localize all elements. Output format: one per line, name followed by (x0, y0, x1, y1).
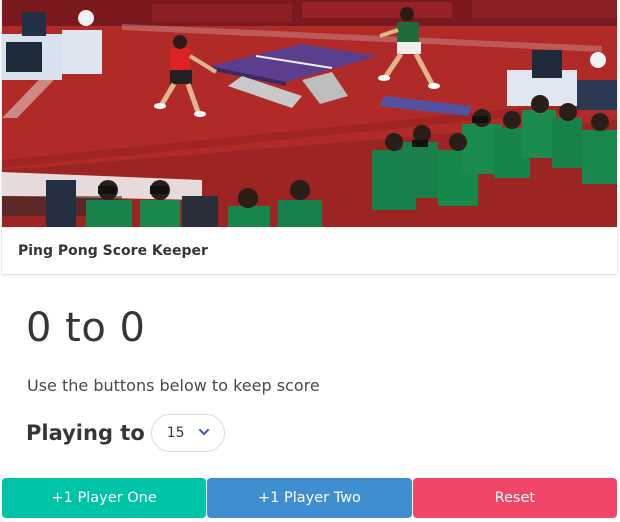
playing-to-row: Playing to 15 (26, 413, 225, 453)
card-title: Ping Pong Score Keeper (18, 243, 208, 259)
card: Ping Pong Score Keeper (2, 0, 617, 274)
player-one-button[interactable]: +1 Player One (2, 478, 207, 518)
instructions-text: Use the buttons below to keep score (27, 376, 320, 395)
winning-score-select[interactable]: 15 (150, 414, 225, 452)
reset-button[interactable]: Reset (412, 478, 617, 518)
page: Ping Pong Score Keeper 0 to 0 Use the bu… (0, 0, 620, 522)
button-bar: +1 Player One +1 Player Two Reset (2, 478, 617, 518)
score-display: 0 to 0 (26, 305, 146, 351)
winning-score-value: 15 (166, 425, 185, 441)
player-two-button[interactable]: +1 Player Two (207, 478, 412, 518)
chevron-down-icon (198, 428, 209, 436)
playing-to-label: Playing to (26, 421, 145, 445)
table-tennis-photo (2, 0, 617, 227)
card-header: Ping Pong Score Keeper (2, 227, 617, 274)
